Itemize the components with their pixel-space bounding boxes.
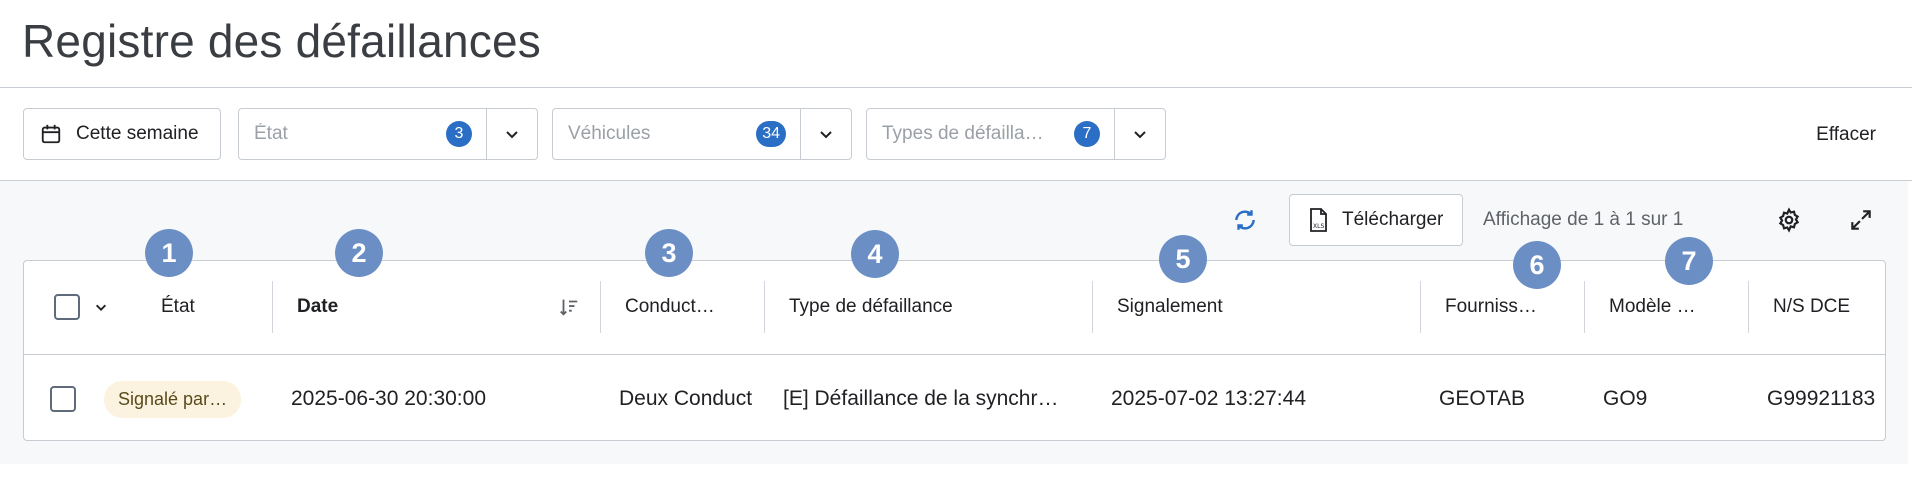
chevron-down-icon	[820, 131, 832, 139]
annotation-marker-7: 7	[1665, 237, 1713, 285]
cell-report: 2025-07-02 13:27:44	[1111, 387, 1306, 410]
filter-bar: Cette semaine État 3 Véhicules 34 Types …	[0, 88, 1912, 180]
page-title: Registre des défaillances	[22, 15, 541, 67]
table-row[interactable]: Signalé par… 2025-06-30 20:30:00 Deux Co…	[24, 356, 1885, 440]
vehicles-filter[interactable]: Véhicules 34	[552, 108, 852, 160]
column-header-state[interactable]: État	[161, 281, 195, 333]
cell-provider: GEOTAB	[1439, 387, 1525, 410]
column-header-model[interactable]: Modèle …	[1584, 281, 1748, 333]
vehicles-filter-field[interactable]: Véhicules 34	[553, 109, 801, 159]
chevron-down-icon	[1134, 131, 1146, 139]
row-checkbox[interactable]	[50, 386, 76, 412]
column-header-date[interactable]: Date	[272, 281, 600, 333]
sort-descending-icon[interactable]	[558, 296, 580, 318]
svg-text:XLS: XLS	[1313, 223, 1324, 230]
column-header-serial[interactable]: N/S DCE	[1748, 281, 1885, 333]
gear-icon[interactable]	[1776, 207, 1802, 233]
state-filter-count-badge: 3	[446, 121, 472, 147]
vehicles-filter-placeholder: Véhicules	[568, 123, 651, 144]
cell-driver: Deux Conduct	[619, 387, 753, 410]
table-header: État Date Conduct… Type de défaillance S…	[24, 261, 1885, 355]
calendar-icon	[41, 124, 61, 144]
week-range-button[interactable]: Cette semaine	[23, 108, 221, 160]
fault-types-filter-dropdown[interactable]	[1115, 109, 1165, 159]
vehicles-filter-dropdown[interactable]	[801, 109, 851, 159]
state-filter[interactable]: État 3	[238, 108, 538, 160]
expand-icon[interactable]	[1848, 207, 1874, 233]
cell-state: Signalé par…	[104, 356, 242, 440]
column-header-provider[interactable]: Fourniss…	[1420, 281, 1584, 333]
results-area: XLS Télécharger Affichage de 1 à 1 sur 1…	[0, 181, 1908, 464]
fault-types-filter-placeholder: Types de défailla…	[882, 123, 1044, 144]
chevron-down-icon	[506, 131, 518, 139]
clear-filters-button[interactable]: Effacer	[1816, 124, 1876, 146]
annotation-marker-1: 1	[145, 229, 193, 277]
annotation-marker-4: 4	[851, 230, 899, 278]
cell-fault-type: [E] Défaillance de la synchr…	[783, 387, 1059, 410]
row-select-cell[interactable]	[50, 356, 76, 440]
download-button[interactable]: XLS Télécharger	[1289, 194, 1463, 246]
state-filter-placeholder: État	[254, 123, 288, 144]
fault-types-filter[interactable]: Types de défailla… 7	[866, 108, 1166, 160]
vehicles-filter-count-badge: 34	[756, 121, 786, 147]
annotation-marker-6: 6	[1513, 241, 1561, 289]
faults-table: État Date Conduct… Type de défaillance S…	[23, 260, 1886, 441]
column-header-report[interactable]: Signalement	[1092, 281, 1420, 333]
annotation-marker-2: 2	[335, 229, 383, 277]
chevron-down-icon[interactable]	[94, 300, 108, 314]
xls-file-icon: XLS	[1310, 208, 1327, 232]
paging-info: Affichage de 1 à 1 sur 1	[1483, 209, 1684, 230]
select-all-checkbox[interactable]	[54, 294, 80, 320]
cell-serial: G99921183	[1767, 387, 1876, 410]
fault-types-filter-count-badge: 7	[1074, 121, 1100, 147]
cell-date: 2025-06-30 20:30:00	[291, 387, 486, 410]
state-filter-dropdown[interactable]	[487, 109, 537, 159]
week-range-label: Cette semaine	[76, 123, 199, 144]
status-badge: Signalé par…	[104, 380, 242, 418]
column-header-fault-type[interactable]: Type de défaillance	[764, 281, 1092, 333]
fault-types-filter-field[interactable]: Types de défailla… 7	[867, 109, 1115, 159]
annotation-marker-5: 5	[1159, 235, 1207, 283]
annotation-marker-3: 3	[645, 229, 693, 277]
select-all-control[interactable]	[54, 281, 108, 333]
refresh-icon[interactable]	[1232, 207, 1258, 233]
download-label: Télécharger	[1342, 209, 1444, 230]
state-filter-field[interactable]: État 3	[239, 109, 487, 159]
column-header-driver[interactable]: Conduct…	[600, 281, 764, 333]
column-header-date-label: Date	[297, 296, 339, 317]
cell-model: GO9	[1603, 387, 1648, 410]
